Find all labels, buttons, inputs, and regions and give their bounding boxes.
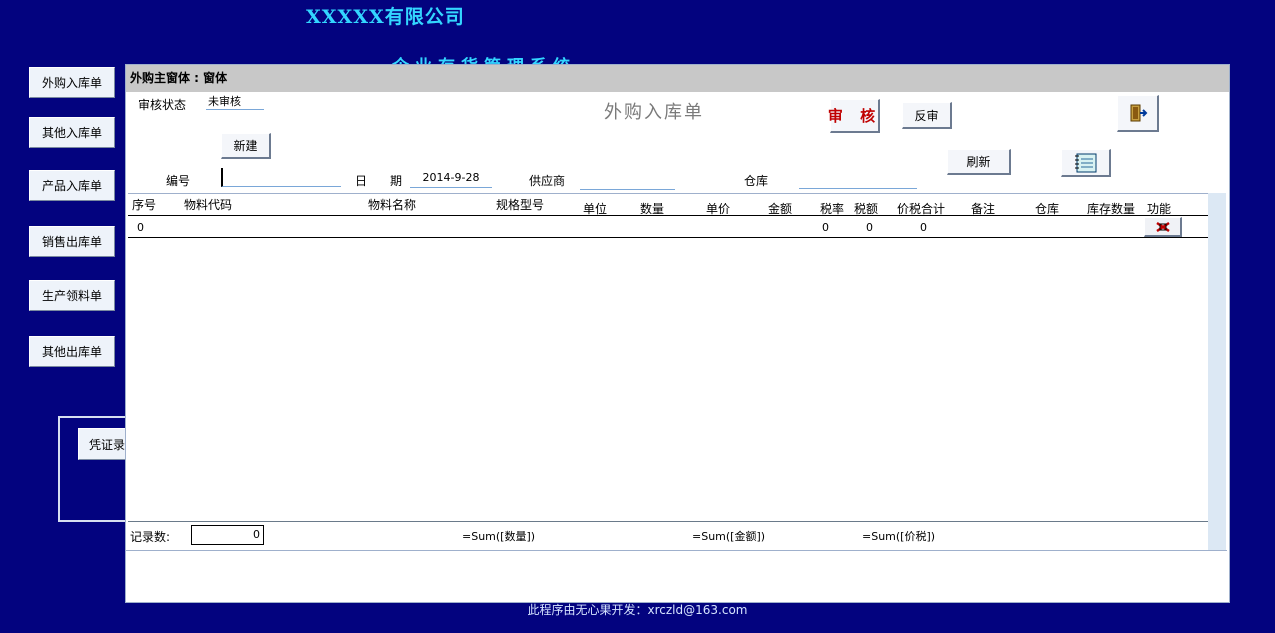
cell-seq: 0 xyxy=(137,221,144,234)
footer-divider xyxy=(128,521,1208,522)
warehouse-label: 仓库 xyxy=(744,174,769,188)
status-value: 未审核 xyxy=(206,93,264,110)
nav-purchase-inbound-button[interactable]: 外购入库单 xyxy=(29,67,115,98)
purchase-form-window: 外购主窗体 : 窗体 审核状态 未审核 外购入库单 审 核 反审 新建 刷新 编… xyxy=(125,64,1230,603)
grid-scrollbar[interactable] xyxy=(1208,193,1226,551)
number-label: 编号 xyxy=(166,174,191,188)
supplier-label: 供应商 xyxy=(529,174,566,188)
warehouse-input[interactable] xyxy=(799,172,917,189)
col-header-seq: 序号 xyxy=(132,198,157,212)
nav-product-inbound-button[interactable]: 产品入库单 xyxy=(29,170,115,201)
col-header-material-code: 物料代码 xyxy=(184,198,233,212)
refresh-button[interactable]: 刷新 xyxy=(947,149,1011,175)
grid-row-divider xyxy=(128,237,1208,238)
form-title: 外购入库单 xyxy=(604,102,704,123)
detail-grid xyxy=(128,193,1226,552)
cell-tax-rate: 0 xyxy=(822,221,829,234)
nav-production-picking-button[interactable]: 生产领料单 xyxy=(29,280,115,311)
number-input[interactable] xyxy=(221,168,341,187)
new-button[interactable]: 新建 xyxy=(221,133,271,159)
voucher-entry-button[interactable]: 凭证录 xyxy=(78,428,128,460)
delete-row-icon xyxy=(1155,221,1170,232)
notebook-button[interactable] xyxy=(1061,149,1111,177)
record-count-value: 0 xyxy=(191,525,264,545)
status-label: 审核状态 xyxy=(138,98,187,112)
col-header-material-name: 物料名称 xyxy=(368,198,417,212)
cell-tax-amount: 0 xyxy=(866,221,873,234)
grid-header-divider xyxy=(128,215,1208,216)
exit-door-icon xyxy=(1130,104,1147,122)
delete-row-button[interactable] xyxy=(1144,217,1182,237)
record-count-label: 记录数: xyxy=(130,530,171,544)
developer-credit: 此程序由无心果开发：xrczld@163.com xyxy=(527,603,748,617)
company-title: XXXXX有限公司 xyxy=(306,6,465,28)
audit-button[interactable]: 审 核 xyxy=(828,99,880,133)
nav-sales-outbound-button[interactable]: 销售出库单 xyxy=(29,226,115,257)
sum-tax: =Sum([价税]) xyxy=(862,530,936,543)
nav-other-outbound-button[interactable]: 其他出库单 xyxy=(29,336,115,367)
nav-other-inbound-button[interactable]: 其他入库单 xyxy=(29,117,115,148)
col-header-spec: 规格型号 xyxy=(496,198,545,212)
window-bottom-divider xyxy=(126,550,1227,551)
date-label-day: 日 xyxy=(355,174,368,188)
notebook-icon xyxy=(1074,153,1096,172)
system-title: 企业存货管理系统 xyxy=(392,52,576,64)
sum-amount: =Sum([金额]) xyxy=(692,530,766,543)
date-label-period: 期 xyxy=(390,174,403,188)
supplier-input[interactable] xyxy=(580,173,675,190)
cell-total: 0 xyxy=(920,221,927,234)
window-title: 外购主窗体 : 窗体 xyxy=(126,65,1229,92)
sum-quantity: =Sum([数量]) xyxy=(462,530,536,543)
date-input[interactable]: 2014-9-28 xyxy=(410,171,492,188)
unaudit-button[interactable]: 反审 xyxy=(902,102,952,129)
exit-button[interactable] xyxy=(1117,95,1159,132)
